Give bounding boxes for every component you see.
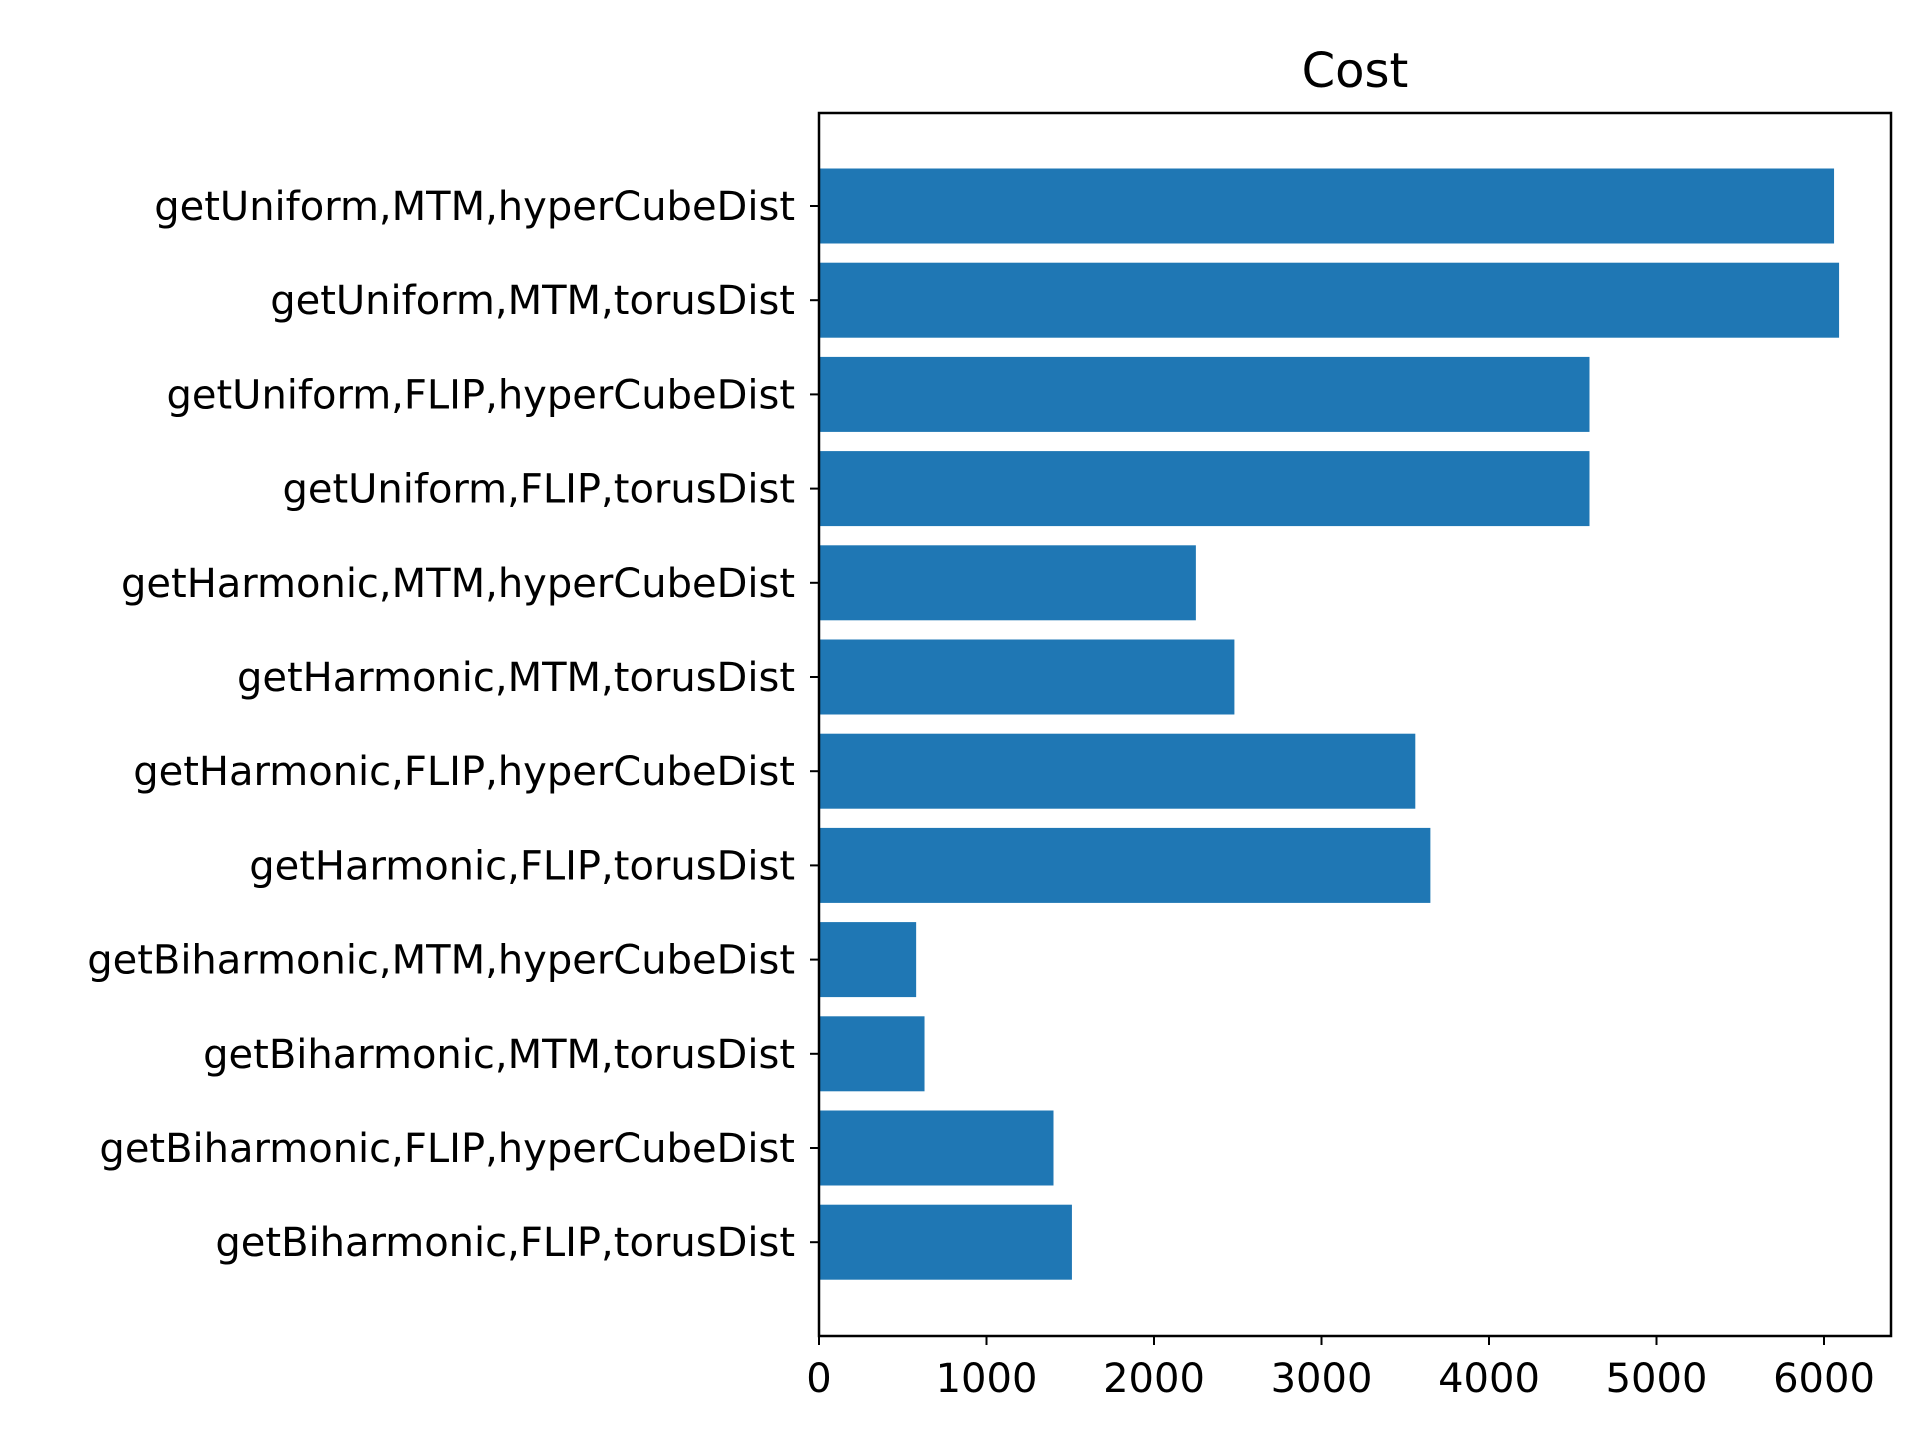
bar-1 <box>819 262 1840 338</box>
x-tick-label-4: 4000 <box>1438 1356 1540 1402</box>
y-tick-label-7: getHarmonic,FLIP,torusDist <box>249 843 795 889</box>
y-tick-label-0: getUniform,MTM,hyperCubeDist <box>154 184 795 230</box>
y-tick-label-5: getHarmonic,MTM,torusDist <box>237 655 795 701</box>
bars-group <box>819 168 1840 1280</box>
chart-title: Cost <box>1302 43 1409 99</box>
y-tick-label-6: getHarmonic,FLIP,hyperCubeDist <box>133 749 795 795</box>
x-tick-label-3: 3000 <box>1271 1356 1373 1402</box>
y-tick-label-9: getBiharmonic,MTM,torusDist <box>203 1032 795 1078</box>
bar-chart: Cost getUniform,MTM,hyperCubeDistgetUnif… <box>87 43 1893 1402</box>
bar-0 <box>819 168 1835 244</box>
y-tick-label-4: getHarmonic,MTM,hyperCubeDist <box>121 561 795 607</box>
y-tick-label-1: getUniform,MTM,torusDist <box>270 278 795 324</box>
x-tick-label-2: 2000 <box>1103 1356 1205 1402</box>
bar-10 <box>819 1110 1054 1186</box>
y-tick-label-8: getBiharmonic,MTM,hyperCubeDist <box>87 938 795 984</box>
bar-7 <box>819 827 1431 903</box>
bar-4 <box>819 545 1196 621</box>
y-axis-ticks: getUniform,MTM,hyperCubeDist getUniform,M… <box>87 184 819 1266</box>
y-tick-label-3: getUniform,FLIP,torusDist <box>282 467 795 513</box>
bar-6 <box>819 733 1416 809</box>
bar-8 <box>819 922 917 998</box>
y-tick-label-11: getBiharmonic,FLIP,torusDist <box>215 1220 795 1266</box>
x-tick-label-5: 5000 <box>1606 1356 1708 1402</box>
x-tick-label-0: 0 <box>806 1356 831 1402</box>
bar-11 <box>819 1204 1072 1280</box>
bar-5 <box>819 639 1235 715</box>
x-tick-label-6: 6000 <box>1773 1356 1875 1402</box>
y-tick-label-10: getBiharmonic,FLIP,hyperCubeDist <box>99 1126 795 1172</box>
y-tick-label-2: getUniform,FLIP,hyperCubeDist <box>166 372 795 418</box>
bar-9 <box>819 1016 925 1092</box>
x-tick-label-1: 1000 <box>936 1356 1038 1402</box>
bar-2 <box>819 356 1590 432</box>
bar-3 <box>819 451 1590 527</box>
x-axis-ticks: 0 1000 2000 3000 4000 5000 6000 <box>806 1336 1875 1402</box>
